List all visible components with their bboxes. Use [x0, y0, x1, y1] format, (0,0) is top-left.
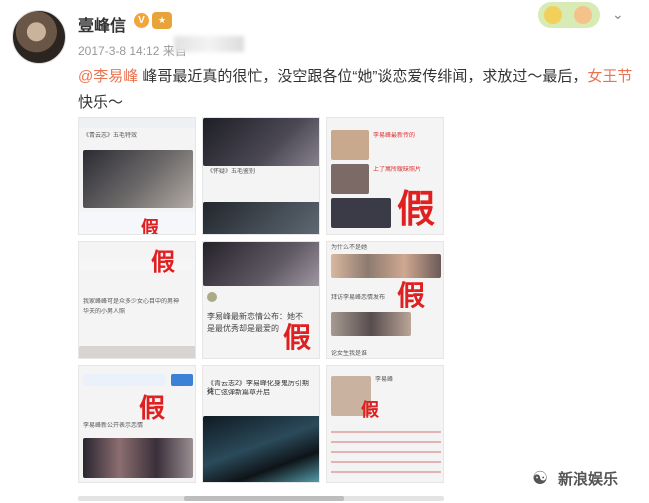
image-caption: 李易峰最新传的	[373, 133, 416, 139]
blurred-source	[174, 36, 244, 52]
post-timestamp[interactable]: 2017-3-8 14:12 来自	[78, 42, 187, 59]
image-caption: 李易峰	[375, 377, 394, 383]
fake-label: 假	[397, 279, 426, 312]
post-image-7[interactable]: 假 李易峰新公开表示恋情	[78, 365, 196, 483]
image-caption: 拜访李易峰恋情发布	[331, 295, 386, 301]
author-avatar[interactable]	[12, 10, 66, 64]
member-medal-icon: ★	[152, 12, 172, 29]
image-caption: 华夫的小男人照	[83, 309, 126, 315]
author-name[interactable]: 壹峰信	[78, 12, 126, 36]
post-image-1[interactable]: 《青云志》五毛特效 假	[78, 117, 196, 235]
post-image-9[interactable]: 李易峰 假	[326, 365, 444, 483]
image-caption: 上了寓所暧昧照片	[373, 167, 422, 173]
fake-label: 假	[141, 218, 159, 235]
image-caption: 论女生我是谁	[331, 351, 368, 357]
image-caption: 为什么不是她	[331, 245, 368, 251]
verified-icon: V	[134, 13, 149, 28]
image-caption: 《青云志》五毛特效	[83, 133, 138, 139]
image-caption: 死亡弦弹新篇章开启	[207, 389, 270, 396]
post-image-3[interactable]: 李易峰最新传的 上了寓所暧昧照片 假	[326, 117, 444, 235]
post-body: 峰哥最近真的很忙，没空跟各位“她”谈恋爱传绯闻，求放过～最后，	[138, 68, 588, 85]
fake-label: 假	[139, 394, 166, 424]
image-caption: 李易峰新公开表示恋情	[83, 423, 144, 429]
source-logo: ☯ 新浪娱乐	[532, 468, 619, 488]
mention-link[interactable]: @李易峰	[78, 68, 138, 85]
post-image-5[interactable]: 李易峰最新恋情公布：她不 是最优秀却是最爱的 假	[202, 241, 320, 359]
post-image-8[interactable]: 《青云志2》李易峰化身鬼厉引期待 死亡弦弹新篇章开启	[202, 365, 320, 483]
post-body-end: 快乐～	[78, 94, 124, 111]
chevron-down-icon[interactable]: ⌄	[612, 6, 624, 23]
post-image-6[interactable]: 为什么不是她 拜访李易峰恋情发布 假 论女生我是谁	[326, 241, 444, 359]
image-caption: 《怀疑》五毛鉴别	[207, 169, 256, 175]
scrollbar-thumb[interactable]	[184, 496, 344, 501]
post-image-4[interactable]: 假 我家峰峰可是众多少女心目中的男神 华夫的小男人照	[78, 241, 196, 359]
fake-label: 假	[397, 186, 436, 231]
post-image-2[interactable]: 《怀疑》五毛鉴别	[202, 117, 320, 235]
fake-label: 假	[283, 321, 312, 354]
hashtag-link[interactable]: 女王节	[587, 68, 632, 85]
horizontal-scrollbar[interactable]	[78, 496, 444, 501]
fake-label: 假	[361, 400, 379, 421]
image-caption: 我家峰峰可是众多少女心目中的男神	[83, 299, 180, 305]
decoration-emoji	[538, 2, 600, 28]
fake-label: 假	[151, 247, 175, 276]
post-text: @李易峰 峰哥最近真的很忙，没空跟各位“她”谈恋爱传绯闻，求放过～最后，女王节快…	[78, 64, 634, 116]
weibo-logo-icon: ☯	[532, 468, 549, 488]
